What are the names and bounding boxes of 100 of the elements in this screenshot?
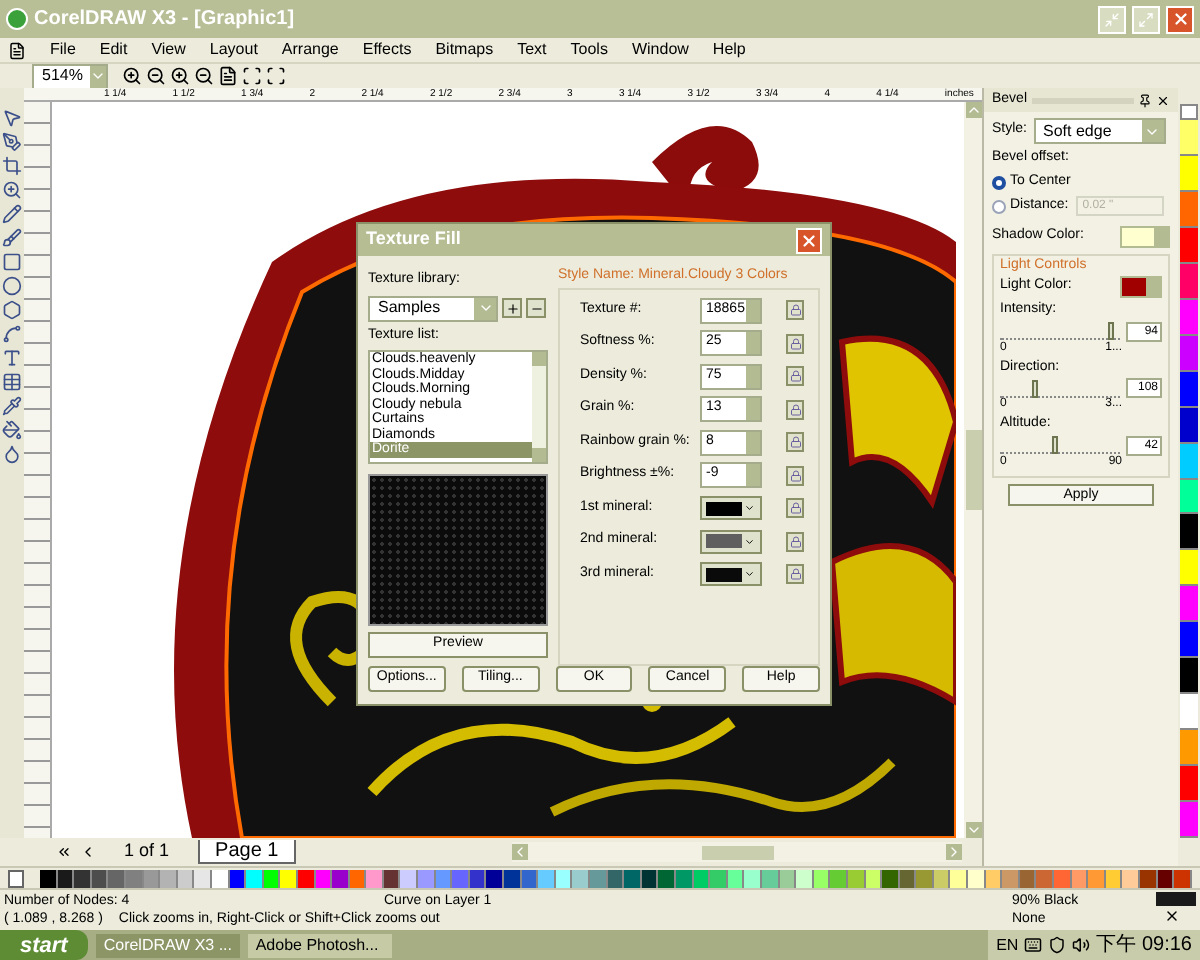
palette-swatch[interactable]	[641, 869, 659, 887]
palette-swatch[interactable]	[194, 869, 212, 887]
palette-swatch[interactable]	[143, 869, 161, 887]
first-page-icon[interactable]	[56, 844, 72, 860]
add-button[interactable]	[502, 298, 522, 318]
palette-swatch[interactable]	[985, 869, 1003, 887]
lock-button[interactable]	[786, 333, 804, 353]
palette-swatch[interactable]	[761, 869, 780, 887]
polygon-icon[interactable]	[2, 300, 22, 320]
color-picker[interactable]	[1120, 225, 1170, 247]
pointer-icon[interactable]	[2, 108, 22, 128]
document-icon[interactable]	[8, 41, 26, 59]
palette-swatch[interactable]	[624, 869, 642, 887]
palette-swatch[interactable]	[332, 869, 350, 887]
palette-swatch[interactable]	[125, 869, 144, 887]
zoom-dropdown[interactable]: 514%	[32, 63, 108, 89]
palette-swatch[interactable]	[1180, 227, 1198, 264]
page-icon[interactable]	[218, 66, 238, 86]
palette-swatch[interactable]	[297, 869, 315, 887]
close-button[interactable]	[1166, 5, 1194, 33]
menu-item[interactable]: Effects	[362, 38, 412, 62]
menu-item[interactable]: Layout	[209, 38, 258, 62]
palette-swatch[interactable]	[607, 869, 625, 887]
taskbar-button[interactable]: Adobe Photosh...	[247, 933, 392, 957]
palette-swatch[interactable]	[1054, 869, 1072, 887]
remove-button[interactable]	[526, 298, 546, 318]
radio-button[interactable]	[992, 199, 1006, 213]
pencil-icon[interactable]	[2, 204, 22, 224]
palette-swatch[interactable]	[1180, 550, 1198, 587]
palette-swatch[interactable]	[1105, 869, 1123, 887]
palette-swatch[interactable]	[1180, 335, 1198, 372]
palette-swatch[interactable]	[710, 869, 728, 887]
palette-swatch[interactable]	[1180, 586, 1198, 623]
palette-swatch[interactable]	[538, 869, 556, 887]
palette-swatch[interactable]	[572, 869, 590, 887]
brush-icon[interactable]	[2, 228, 22, 248]
keyboard-icon[interactable]	[1024, 936, 1043, 954]
palette-swatch[interactable]	[229, 869, 247, 887]
palette-swatch[interactable]	[1180, 658, 1198, 695]
menu-item[interactable]: Tools	[570, 38, 608, 62]
menu-item[interactable]: Window	[631, 38, 689, 62]
palette-swatch[interactable]	[1180, 155, 1198, 192]
palette-swatch[interactable]	[796, 869, 814, 887]
palette-swatch[interactable]	[1180, 407, 1198, 444]
palette-swatch[interactable]	[57, 869, 75, 887]
palette-swatch[interactable]	[383, 869, 401, 887]
palette-swatch[interactable]	[744, 869, 762, 887]
pen-icon[interactable]	[2, 132, 22, 152]
color-picker[interactable]	[700, 562, 762, 586]
scroll-thumb[interactable]	[965, 430, 981, 510]
palette-swatch[interactable]	[693, 869, 711, 887]
palette-swatch[interactable]	[1140, 869, 1158, 887]
palette-swatch[interactable]	[366, 869, 384, 887]
palette-swatch[interactable]	[469, 869, 487, 887]
color-picker[interactable]	[700, 496, 762, 520]
start-button[interactable]: start	[0, 930, 88, 960]
menu-item[interactable]: Help	[712, 38, 746, 62]
lock-button[interactable]	[786, 366, 804, 386]
palette-swatch[interactable]	[1180, 479, 1198, 515]
palette-swatch[interactable]	[1180, 120, 1198, 156]
frame-icon[interactable]	[266, 66, 286, 86]
palette-swatch[interactable]	[1071, 869, 1089, 887]
scrollbar[interactable]	[532, 352, 546, 462]
palette-swatch[interactable]	[916, 869, 934, 887]
zoom-icon[interactable]	[2, 180, 22, 200]
palette-swatch[interactable]	[1180, 514, 1198, 551]
style-dropdown[interactable]: Soft edge	[1033, 118, 1166, 144]
palette-swatch[interactable]	[1174, 869, 1192, 887]
palette-swatch[interactable]	[40, 869, 58, 887]
palette-swatch[interactable]	[452, 869, 470, 887]
palette-swatch[interactable]	[1002, 869, 1020, 887]
palette-swatch[interactable]	[830, 869, 848, 887]
palette-swatch[interactable]	[1180, 730, 1198, 767]
palette-swatch[interactable]	[280, 869, 298, 887]
palette-swatch[interactable]	[1180, 263, 1198, 300]
zoom-out-icon[interactable]	[146, 66, 166, 86]
library-dropdown[interactable]: Samples	[368, 295, 498, 321]
palette-swatch[interactable]	[400, 869, 419, 887]
palette-swatch[interactable]	[435, 869, 453, 887]
palette-swatch[interactable]	[1180, 802, 1198, 839]
lock-button[interactable]	[786, 432, 804, 452]
palette-swatch[interactable]	[315, 869, 333, 887]
palette-swatch[interactable]	[675, 869, 694, 887]
palette-swatch[interactable]	[1157, 869, 1175, 887]
palette-swatch[interactable]	[246, 869, 264, 887]
palette-swatch[interactable]	[950, 869, 969, 887]
fill-icon[interactable]	[2, 420, 22, 440]
palette-swatch[interactable]	[727, 869, 745, 887]
menu-item[interactable]: View	[151, 38, 186, 62]
lock-button[interactable]	[786, 564, 804, 584]
palette-swatch[interactable]	[968, 869, 986, 887]
no-color-swatch[interactable]	[1180, 104, 1198, 120]
lock-button[interactable]	[786, 399, 804, 419]
color-picker[interactable]	[700, 529, 762, 553]
palette-swatch[interactable]	[658, 869, 676, 887]
palette-swatch[interactable]	[847, 869, 865, 887]
menu-item[interactable]: Text	[517, 38, 547, 62]
lock-button[interactable]	[786, 465, 804, 485]
palette-swatch[interactable]	[1088, 869, 1106, 887]
frame-icon[interactable]	[242, 66, 262, 86]
